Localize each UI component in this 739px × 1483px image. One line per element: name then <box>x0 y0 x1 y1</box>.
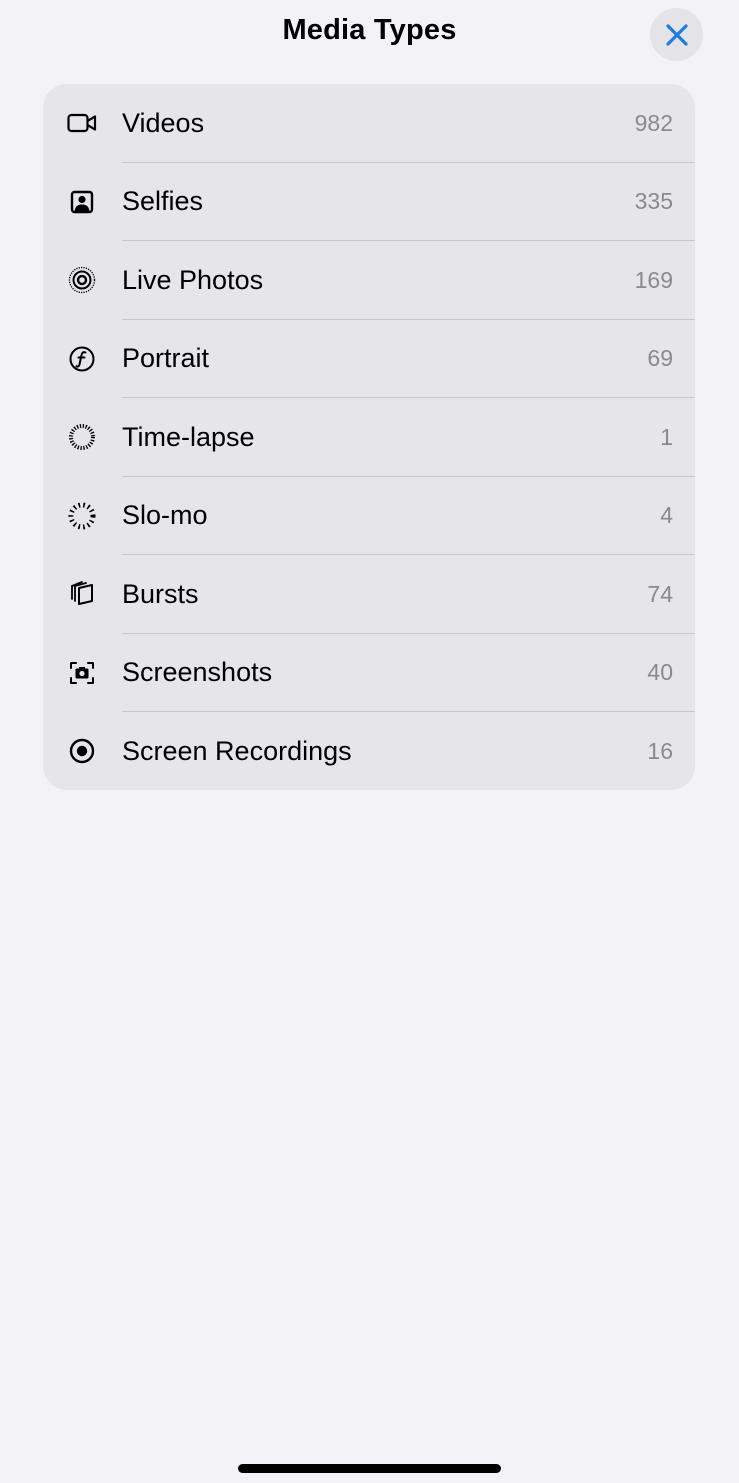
item-label: Slo-mo <box>122 500 208 531</box>
item-count: 335 <box>634 188 673 215</box>
person-square-icon <box>67 187 97 217</box>
list-item-screen-recordings[interactable]: Screen Recordings 16 <box>43 712 695 790</box>
list-item-portrait[interactable]: Portrait 69 <box>43 320 695 398</box>
item-label: Time-lapse <box>122 421 255 452</box>
video-camera-icon <box>67 108 97 138</box>
burst-stack-icon <box>67 579 97 609</box>
timelapse-icon <box>67 422 97 452</box>
item-label: Live Photos <box>122 264 264 295</box>
list-item-bursts[interactable]: Bursts 74 <box>43 555 695 634</box>
item-count: 69 <box>647 345 673 372</box>
list-item-screenshots[interactable]: Screenshots 40 <box>43 634 695 712</box>
close-icon <box>665 23 688 46</box>
item-count: 16 <box>647 737 673 764</box>
list-item-videos[interactable]: Videos 982 <box>43 84 695 163</box>
home-indicator[interactable] <box>238 1464 501 1473</box>
item-count: 4 <box>660 502 673 529</box>
item-label: Selfies <box>122 186 204 217</box>
record-circle-icon <box>67 736 97 766</box>
item-label: Videos <box>122 107 205 138</box>
list-item-time-lapse[interactable]: Time-lapse 1 <box>43 398 695 477</box>
list-item-slo-mo[interactable]: Slo-mo 4 <box>43 477 695 555</box>
slomo-icon <box>67 501 97 531</box>
page-title: Media Types <box>282 14 457 46</box>
item-count: 982 <box>634 109 673 136</box>
screenshot-camera-icon <box>67 658 97 688</box>
list-item-live-photos[interactable]: Live Photos 169 <box>43 241 695 320</box>
item-count: 1 <box>660 423 673 450</box>
item-label: Bursts <box>122 578 199 609</box>
media-types-list: Videos 982 Selfies 335 Live Photos 169 P… <box>43 84 695 790</box>
aperture-f-icon <box>67 344 97 374</box>
item-label: Portrait <box>122 343 210 374</box>
list-item-selfies[interactable]: Selfies 335 <box>43 163 695 241</box>
item-label: Screen Recordings <box>122 735 352 766</box>
item-label: Screenshots <box>122 657 273 688</box>
live-photo-icon <box>67 265 97 295</box>
item-count: 169 <box>634 266 673 293</box>
header: Media Types <box>0 0 739 70</box>
item-count: 74 <box>647 580 673 607</box>
item-count: 40 <box>647 659 673 686</box>
close-button[interactable] <box>650 8 703 61</box>
